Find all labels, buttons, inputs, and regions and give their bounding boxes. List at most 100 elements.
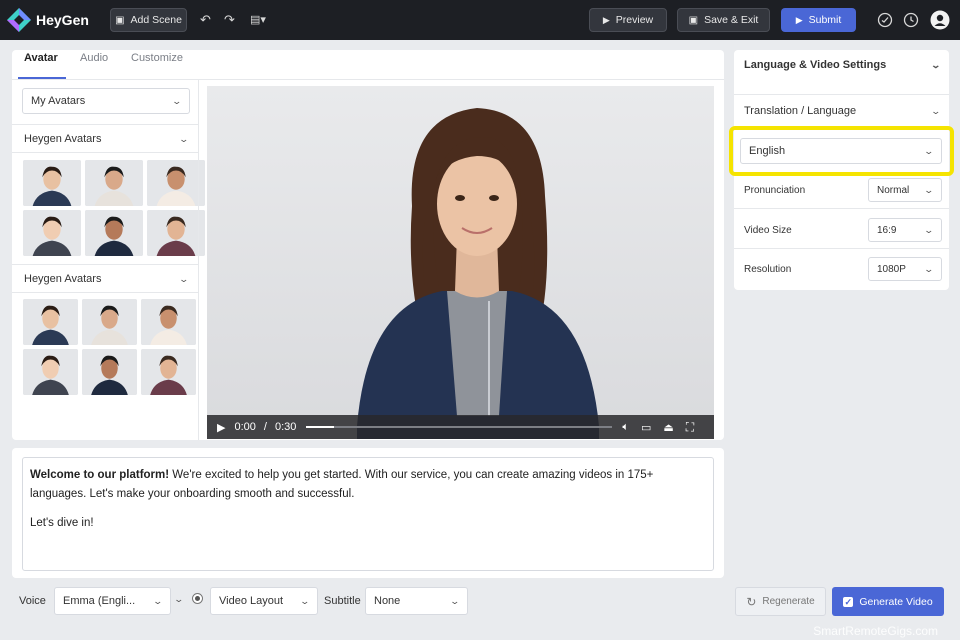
voice-value: Emma (Engli... bbox=[63, 595, 136, 607]
script-textarea[interactable]: Welcome to our platform! We're excited t… bbox=[22, 457, 714, 571]
save-menu-icon[interactable]: ▤▾ bbox=[250, 12, 266, 28]
generate-video-button[interactable]: ✓ Generate Video bbox=[832, 587, 944, 616]
avatar-thumbnail[interactable] bbox=[147, 160, 205, 206]
chevron-down-icon: ⌄ bbox=[923, 263, 935, 274]
divider bbox=[734, 248, 949, 249]
settings-header[interactable]: Language & Video Settings ⌄ bbox=[744, 59, 942, 71]
add-scene-button[interactable]: ▣ Add Scene bbox=[110, 8, 187, 32]
video-size-select[interactable]: 16:9 ⌄ bbox=[868, 218, 942, 242]
play-icon[interactable]: ▶ bbox=[217, 421, 225, 434]
divider bbox=[12, 152, 198, 153]
undo-icon[interactable]: ↶ bbox=[200, 12, 211, 28]
app-name: HeyGen bbox=[36, 12, 89, 28]
submit-button[interactable]: ▶ Submit bbox=[781, 8, 856, 32]
history-icon[interactable] bbox=[903, 12, 919, 28]
save-exit-label: Save & Exit bbox=[704, 14, 759, 26]
translation-language-section[interactable]: Translation / Language ⌄ bbox=[744, 105, 942, 117]
chevron-down-icon: ⌄ bbox=[930, 59, 942, 70]
resolution-value: 1080P bbox=[877, 263, 906, 275]
section-title-label: Heygen Avatars bbox=[24, 133, 102, 145]
avatar-thumbnail[interactable] bbox=[82, 299, 137, 345]
settings-header-label: Language & Video Settings bbox=[744, 59, 887, 71]
chevron-down-icon[interactable]: ⌄ bbox=[173, 594, 184, 605]
avatar-thumbnail[interactable] bbox=[141, 299, 196, 345]
my-avatars-select[interactable]: My Avatars ⌄ bbox=[22, 88, 190, 114]
redo-icon[interactable]: ↷ bbox=[224, 12, 235, 28]
avatar-thumbnail[interactable] bbox=[85, 160, 143, 206]
my-avatars-label: My Avatars bbox=[31, 95, 86, 107]
checkbox-icon: ✓ bbox=[843, 596, 854, 607]
progress-bar[interactable] bbox=[306, 426, 613, 428]
video-size-label: Video Size bbox=[744, 225, 792, 236]
chevron-down-icon: ⌄ bbox=[178, 273, 190, 284]
fullscreen-icon[interactable]: ⛶ bbox=[686, 420, 694, 435]
tab-avatar[interactable]: Avatar bbox=[24, 52, 58, 64]
avatar-thumbnail[interactable] bbox=[23, 299, 78, 345]
divider bbox=[734, 208, 949, 209]
avatar-thumbnail[interactable] bbox=[23, 160, 81, 206]
volume-icon[interactable]: 🔈︎ bbox=[622, 421, 629, 434]
script-bold-2: platform! bbox=[119, 469, 170, 481]
translation-label: Translation / Language bbox=[744, 105, 857, 117]
captions-icon[interactable]: ▭ bbox=[641, 421, 651, 434]
tab-audio[interactable]: Audio bbox=[80, 52, 108, 64]
chevron-down-icon: ⌄ bbox=[152, 595, 164, 606]
avatar-thumbnail[interactable] bbox=[23, 349, 78, 395]
avatar-thumbnail[interactable] bbox=[85, 210, 143, 256]
video-layout-value: Video Layout bbox=[219, 595, 284, 607]
refresh-icon: ↻ bbox=[746, 594, 757, 609]
preview-label: Preview bbox=[615, 14, 654, 26]
avatar-thumbnail[interactable] bbox=[82, 349, 137, 395]
submit-play-icon: ▶ bbox=[795, 14, 803, 25]
avatar-thumbnail[interactable] bbox=[141, 349, 196, 395]
heygen-logo-icon bbox=[7, 8, 31, 32]
video-layout-select[interactable]: Video Layout ⌄ bbox=[210, 587, 318, 615]
add-scene-label: Add Scene bbox=[130, 14, 182, 26]
voice-label: Voice bbox=[19, 595, 46, 607]
chevron-down-icon: ⌄ bbox=[923, 145, 935, 156]
preview-button[interactable]: ▶ Preview bbox=[589, 8, 667, 32]
tab-customize[interactable]: Customize bbox=[131, 52, 183, 64]
generate-video-label: Generate Video bbox=[859, 595, 933, 608]
chevron-down-icon: ⌄ bbox=[171, 95, 183, 106]
user-avatar-icon[interactable] bbox=[930, 10, 950, 30]
divider bbox=[734, 94, 949, 95]
logo[interactable]: HeyGen bbox=[6, 7, 89, 33]
divider bbox=[12, 264, 198, 265]
check-circle-icon[interactable] bbox=[877, 12, 893, 28]
chevron-down-icon: ⌄ bbox=[923, 224, 935, 235]
language-select[interactable]: English ⌄ bbox=[740, 138, 942, 164]
script-paragraph-1: Welcome to our platform! We're excited t… bbox=[30, 466, 706, 504]
scene-icon: ▣ bbox=[115, 14, 125, 26]
chevron-down-icon: ⌄ bbox=[930, 105, 942, 116]
resolution-select[interactable]: 1080P ⌄ bbox=[868, 257, 942, 281]
avatar-thumbnail[interactable] bbox=[147, 210, 205, 256]
regenerate-label: Regenerate bbox=[762, 596, 815, 607]
save-exit-button[interactable]: ▣ Save & Exit bbox=[677, 8, 770, 32]
time-separator: / bbox=[263, 421, 267, 433]
pronunciation-label: Pronunciation bbox=[744, 185, 806, 196]
regenerate-button[interactable]: ↻ Regenerate bbox=[735, 587, 826, 616]
progress-fill bbox=[306, 426, 334, 428]
pronunciation-value: Normal bbox=[877, 184, 910, 196]
language-value: English bbox=[749, 145, 786, 157]
cast-icon[interactable]: ⏏ bbox=[663, 421, 673, 434]
current-time: 0:00 bbox=[234, 421, 256, 433]
heygen-avatars-section-2[interactable]: Heygen Avatars ⌄ bbox=[24, 273, 190, 285]
avatar-thumbnail[interactable] bbox=[23, 210, 81, 256]
video-controls: ▶ 0:00 / 0:30 🔈︎ ▭ ⏏ ⛶ bbox=[207, 415, 714, 439]
save-icon: ▣ bbox=[688, 14, 699, 26]
pronunciation-select[interactable]: Normal ⌄ bbox=[868, 178, 942, 202]
subtitle-label: Subtitle bbox=[324, 595, 361, 607]
subtitle-select[interactable]: None ⌄ bbox=[365, 587, 468, 615]
subtitle-value: None bbox=[374, 595, 401, 607]
heygen-avatars-section-1[interactable]: Heygen Avatars ⌄ bbox=[24, 133, 190, 145]
duration: 0:30 bbox=[274, 421, 297, 433]
script-bold-1: Welcome to our bbox=[30, 469, 120, 481]
video-size-value: 16:9 bbox=[877, 224, 897, 236]
voice-select[interactable]: Emma (Engli... ⌄ bbox=[54, 587, 171, 615]
video-preview[interactable]: ▶ 0:00 / 0:30 🔈︎ ▭ ⏏ ⛶ bbox=[207, 86, 714, 439]
radio-button[interactable] bbox=[192, 593, 203, 604]
chevron-down-icon: ⌄ bbox=[178, 133, 190, 144]
chevron-down-icon: ⌄ bbox=[449, 595, 461, 606]
